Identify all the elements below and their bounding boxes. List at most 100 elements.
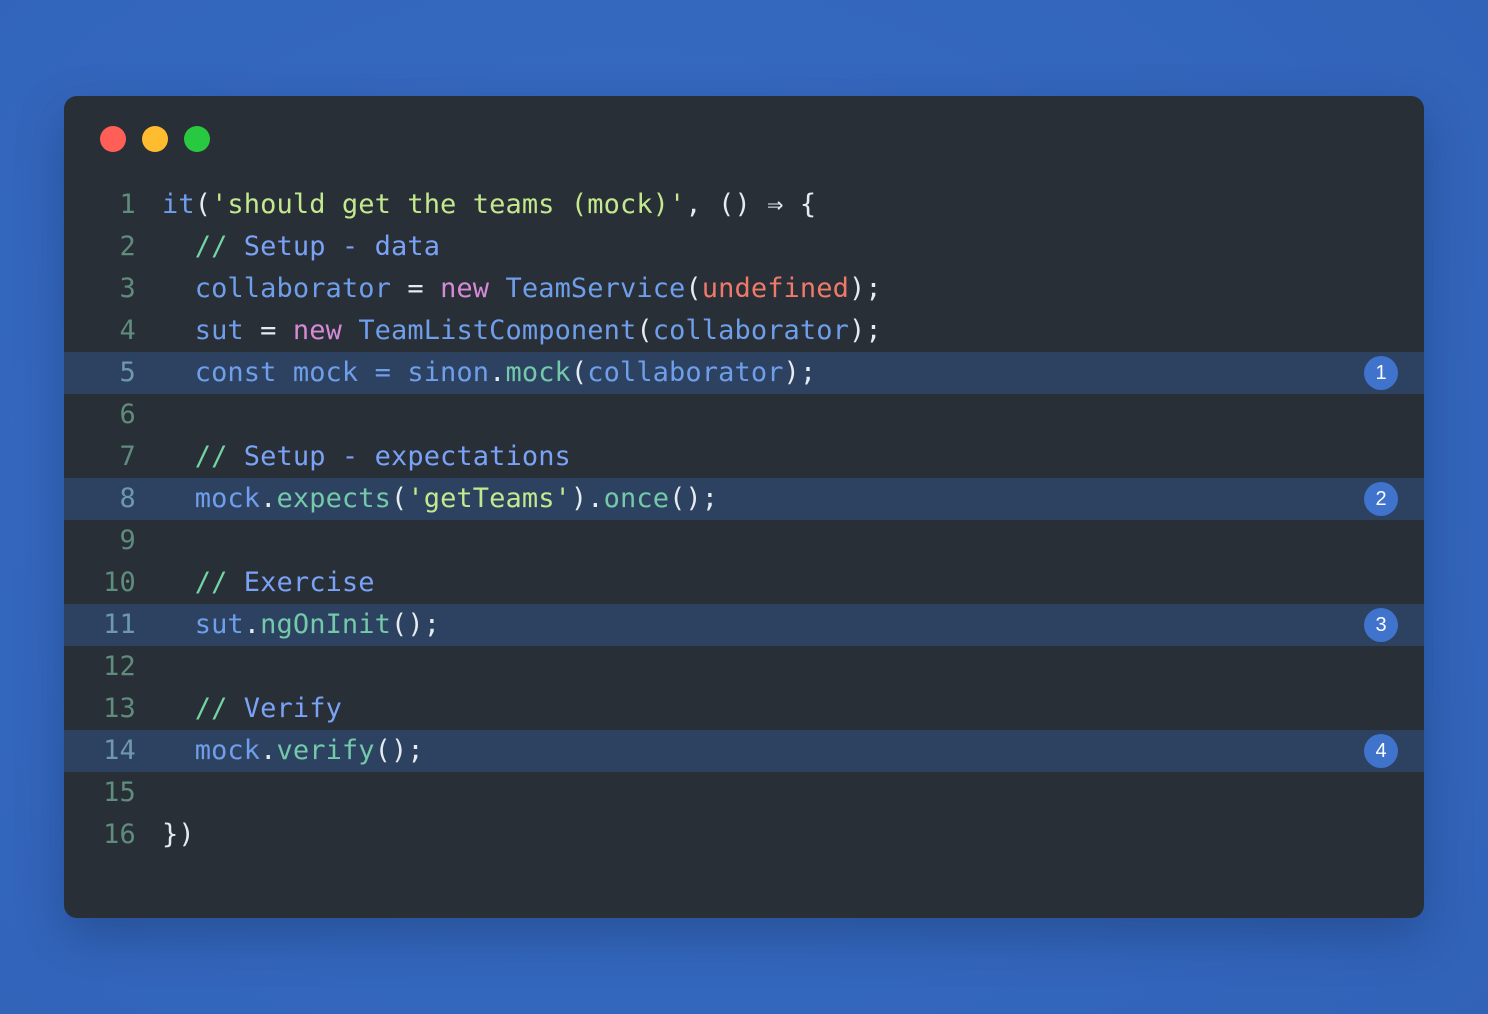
token-punct: (); xyxy=(374,735,424,766)
code-line[interactable]: 15 xyxy=(64,772,1424,814)
token-method: expects xyxy=(276,483,391,514)
code-line-text: sut = new TeamListComponent(collaborator… xyxy=(160,310,1424,352)
code-line[interactable]: 16}) xyxy=(64,814,1424,856)
code-line[interactable]: 7 // Setup - expectations xyxy=(64,436,1424,478)
code-line[interactable]: 8 mock.expects('getTeams').once(); 2 xyxy=(64,478,1424,520)
token-punct: . xyxy=(260,483,277,514)
token-method: ngOnInit xyxy=(260,609,391,640)
code-line[interactable]: 4 sut = new TeamListComponent(collaborat… xyxy=(64,310,1424,352)
code-line-text: it('should get the teams (mock)', () ⇒ { xyxy=(160,184,1424,226)
line-number: 5 xyxy=(119,357,136,388)
token-ident: collaborator xyxy=(587,357,784,388)
token-punct: ). xyxy=(570,483,604,514)
token-punct: ); xyxy=(848,315,882,346)
line-number: 11 xyxy=(103,609,136,640)
token-punct: . xyxy=(260,735,277,766)
code-line-text: // Setup - expectations xyxy=(160,436,1424,478)
token-string: 'getTeams' xyxy=(407,483,571,514)
code-window: 1 it('should get the teams (mock)', () ⇒ … xyxy=(64,96,1424,918)
token-punct: = xyxy=(390,273,441,304)
line-number: 13 xyxy=(103,693,136,724)
token-comment-text: Verify xyxy=(227,693,342,724)
token-keyword: new xyxy=(440,273,490,304)
step-badge: 1 xyxy=(1364,356,1398,390)
token-comment-text: Setup - data xyxy=(227,231,441,262)
token-punct: = xyxy=(243,315,293,346)
code-editor[interactable]: 1 it('should get the teams (mock)', () ⇒ … xyxy=(64,184,1424,856)
token-method: verify xyxy=(276,735,375,766)
token-method: once xyxy=(603,483,670,514)
code-line[interactable]: 13 // Verify xyxy=(64,688,1424,730)
token-punct: ); xyxy=(783,357,817,388)
token-ident: mock xyxy=(194,735,261,766)
token-punct: ); xyxy=(848,273,882,304)
code-line[interactable]: 10 // Exercise xyxy=(64,562,1424,604)
code-line[interactable]: 14 mock.verify(); 4 xyxy=(64,730,1424,772)
code-line-text: mock.verify(); xyxy=(160,730,1424,772)
token-ident: TeamListComponent xyxy=(358,315,637,346)
token-punct: (); xyxy=(391,609,441,640)
code-line[interactable]: 6 xyxy=(64,394,1424,436)
token-ident: it xyxy=(162,189,195,220)
token-punct: ( xyxy=(194,189,212,220)
code-line[interactable]: 1 it('should get the teams (mock)', () ⇒ … xyxy=(64,184,1424,226)
token-comment-slash: // xyxy=(194,231,228,262)
code-line-text: mock.expects('getTeams').once(); xyxy=(160,478,1424,520)
token-punct: . xyxy=(243,609,261,640)
line-number: 10 xyxy=(103,567,136,598)
line-number: 9 xyxy=(119,525,136,556)
token-punct: ( xyxy=(685,273,702,304)
minimize-window-icon[interactable] xyxy=(142,126,168,152)
line-number: 14 xyxy=(103,735,136,766)
token-ident: collaborator xyxy=(194,273,391,304)
code-line[interactable]: 2 // Setup - data xyxy=(64,226,1424,268)
token-string: 'should get the teams (mock)' xyxy=(211,189,686,220)
window-titlebar xyxy=(64,96,1424,184)
code-line[interactable]: 9 xyxy=(64,520,1424,562)
token-punct: , () ⇒ { xyxy=(685,189,817,220)
token-comment-text: Exercise xyxy=(227,567,375,598)
line-number: 15 xyxy=(103,777,136,808)
step-badge: 4 xyxy=(1364,734,1398,768)
maximize-window-icon[interactable] xyxy=(184,126,210,152)
code-line[interactable]: 5 const mock = sinon.mock(collaborator);… xyxy=(64,352,1424,394)
code-line-text: // Setup - data xyxy=(160,226,1424,268)
token-ident: sut xyxy=(194,609,244,640)
code-line[interactable]: 12 xyxy=(64,646,1424,688)
token-ident: mock xyxy=(194,483,261,514)
line-number: 4 xyxy=(119,315,136,346)
token-keyword: new xyxy=(292,315,342,346)
code-line[interactable]: 3 collaborator = new TeamService(undefin… xyxy=(64,268,1424,310)
token-punct: ( xyxy=(636,315,653,346)
code-line-text: const mock = sinon.mock(collaborator); xyxy=(160,352,1424,394)
code-line-text: // Exercise xyxy=(160,562,1424,604)
line-number: 8 xyxy=(119,483,136,514)
token-method: mock xyxy=(505,357,571,388)
token-punct: }) xyxy=(162,819,195,850)
token-ident: sut xyxy=(194,315,244,346)
code-line[interactable]: 11 sut.ngOnInit(); 3 xyxy=(64,604,1424,646)
code-line-text: // Verify xyxy=(160,688,1424,730)
token-punct: ( xyxy=(391,483,408,514)
token-punct: ( xyxy=(570,357,588,388)
step-badge: 2 xyxy=(1364,482,1398,516)
line-number: 16 xyxy=(103,819,136,850)
close-window-icon[interactable] xyxy=(100,126,126,152)
line-number: 6 xyxy=(119,399,136,430)
token-comment-slash: // xyxy=(194,441,228,472)
line-number: 7 xyxy=(119,441,136,472)
line-number: 12 xyxy=(103,651,136,682)
token-comment-text: Setup - expectations xyxy=(227,441,571,472)
code-line-text: sut.ngOnInit(); xyxy=(160,604,1424,646)
